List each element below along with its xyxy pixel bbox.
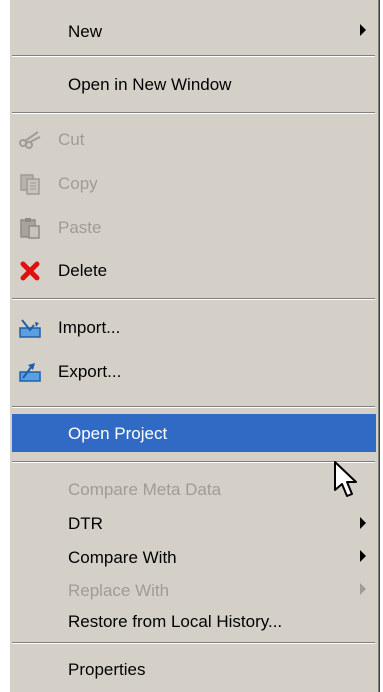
menu-item-label: Copy bbox=[58, 174, 98, 193]
copy-icon bbox=[20, 174, 40, 195]
menu-item-label: Import... bbox=[58, 318, 121, 337]
separator bbox=[12, 642, 375, 644]
separator bbox=[12, 406, 375, 408]
import-icon bbox=[19, 319, 41, 338]
menu-item-import[interactable]: Import... bbox=[12, 306, 376, 348]
separator bbox=[12, 298, 375, 300]
submenu-arrow-icon bbox=[360, 517, 366, 529]
menu-item-restore-local-history[interactable]: Restore from Local History... bbox=[12, 608, 376, 644]
menu-item-label: Compare With bbox=[68, 548, 177, 567]
menu-item-replace-with[interactable]: Replace With bbox=[12, 574, 376, 610]
menu-item-label: Cut bbox=[58, 130, 85, 149]
menu-item-new[interactable]: New bbox=[12, 12, 376, 48]
menu-item-label: Delete bbox=[58, 261, 108, 280]
menu-item-compare-meta-data[interactable]: Compare Meta Data bbox=[12, 470, 376, 506]
menu-item-open-project[interactable]: Open Project bbox=[12, 414, 376, 452]
menu-item-label: Open in New Window bbox=[68, 75, 232, 94]
submenu-arrow-icon bbox=[360, 583, 366, 595]
mouse-cursor-icon bbox=[334, 461, 357, 497]
menu-item-compare-with[interactable]: Compare With bbox=[12, 540, 376, 576]
menu-item-label: Open Project bbox=[68, 424, 168, 443]
menu-item-label: Restore from Local History... bbox=[68, 612, 283, 631]
menu-item-label: New bbox=[68, 22, 103, 41]
menu-item-copy[interactable]: Copy bbox=[12, 164, 376, 204]
paste-icon bbox=[20, 218, 40, 239]
scissors-icon bbox=[19, 131, 41, 149]
menu-item-cut[interactable]: Cut bbox=[12, 120, 376, 160]
menu-item-paste[interactable]: Paste bbox=[12, 208, 376, 248]
submenu-arrow-icon bbox=[360, 24, 366, 36]
menu-item-label: Export... bbox=[58, 362, 122, 381]
separator bbox=[12, 112, 375, 114]
menu-item-label: Properties bbox=[68, 660, 146, 679]
menu-item-dtr[interactable]: DTR bbox=[12, 506, 376, 542]
delete-x-icon bbox=[20, 261, 40, 281]
separator bbox=[12, 461, 375, 463]
export-icon bbox=[19, 363, 41, 382]
submenu-arrow-icon bbox=[360, 550, 366, 562]
menu-item-delete[interactable]: Delete bbox=[12, 250, 376, 290]
menu-item-label: DTR bbox=[68, 514, 103, 533]
context-menu: New Open in New Window Cut Copy Paste De… bbox=[9, 0, 380, 692]
menu-item-properties[interactable]: Properties bbox=[12, 650, 376, 688]
menu-item-label: Replace With bbox=[68, 581, 170, 600]
menu-item-label: Compare Meta Data bbox=[68, 480, 222, 499]
separator bbox=[12, 55, 375, 57]
menu-item-export[interactable]: Export... bbox=[12, 350, 376, 392]
menu-item-open-new-window[interactable]: Open in New Window bbox=[12, 64, 376, 104]
menu-item-label: Paste bbox=[58, 218, 102, 237]
